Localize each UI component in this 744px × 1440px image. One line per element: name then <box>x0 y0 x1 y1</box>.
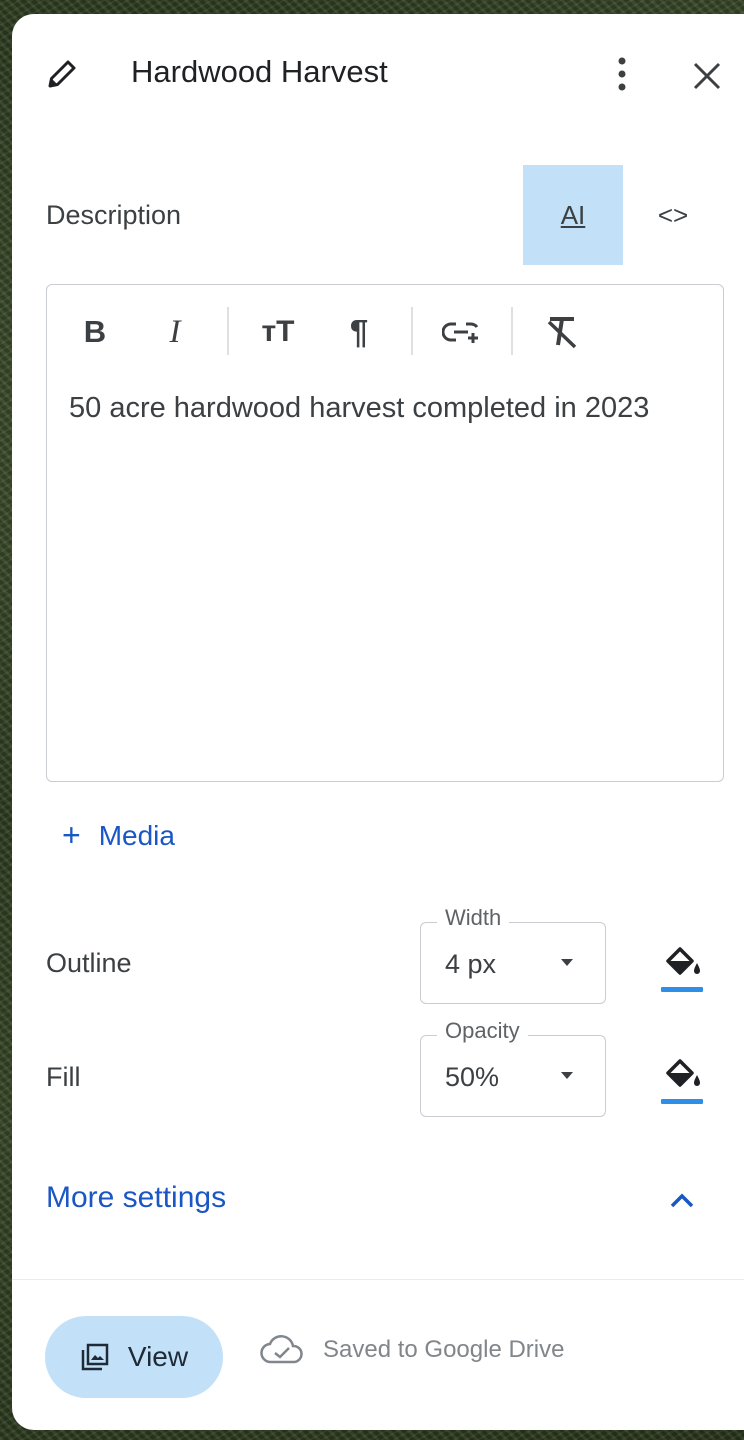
code-view-button[interactable]: <> <box>632 165 714 265</box>
dropdown-arrow-icon <box>561 1072 573 1079</box>
feature-title[interactable]: Hardwood Harvest <box>131 54 388 90</box>
save-status-text: Saved to Google Drive <box>323 1336 565 1363</box>
text-size-icon[interactable]: тT <box>253 307 303 357</box>
chevron-up-icon[interactable] <box>660 1178 704 1222</box>
gallery-icon <box>81 1343 109 1371</box>
opacity-field-label: Opacity <box>437 1018 528 1044</box>
toolbar-divider <box>227 307 229 355</box>
close-icon[interactable] <box>685 54 729 98</box>
save-status: Saved to Google Drive <box>259 1334 564 1366</box>
cloud-done-icon <box>260 1335 303 1364</box>
ai-toggle-button[interactable]: AI <box>523 165 623 265</box>
description-editor[interactable]: B I тT ¶ 50 acre hardwood harvest comple… <box>46 284 724 782</box>
bold-icon[interactable]: B <box>75 307 115 357</box>
more-settings-toggle[interactable]: More settings <box>46 1181 226 1215</box>
description-text[interactable]: 50 acre hardwood harvest completed in 20… <box>69 387 699 429</box>
outline-label: Outline <box>46 948 132 978</box>
width-value: 4 px <box>445 949 497 979</box>
dropdown-arrow-icon <box>561 959 573 966</box>
toolbar-divider <box>511 307 513 355</box>
pencil-icon[interactable] <box>42 54 82 94</box>
toolbar-divider <box>411 307 413 355</box>
outline-color-button[interactable] <box>652 932 712 992</box>
plus-icon: + <box>62 817 81 853</box>
feature-panel: Hardwood Harvest Description AI <> B I т… <box>12 14 744 1430</box>
paint-bucket-icon <box>666 947 700 975</box>
paint-bucket-icon <box>666 1059 700 1087</box>
clear-format-icon[interactable] <box>537 307 587 357</box>
add-media-button[interactable]: + Media <box>62 817 175 854</box>
footer-divider <box>12 1279 744 1280</box>
fill-color-button[interactable] <box>652 1044 712 1104</box>
fill-color-swatch <box>661 1099 703 1104</box>
italic-icon[interactable]: I <box>155 307 195 357</box>
media-label: Media <box>98 819 175 851</box>
view-button[interactable]: View <box>45 1316 223 1398</box>
more-vert-icon[interactable] <box>602 52 642 96</box>
add-link-icon[interactable] <box>437 307 487 357</box>
paragraph-icon[interactable]: ¶ <box>339 307 379 357</box>
fill-opacity-select[interactable]: Opacity 50% <box>420 1018 606 1117</box>
opacity-value: 50% <box>445 1062 500 1092</box>
fill-label: Fill <box>46 1062 81 1092</box>
width-field-label: Width <box>437 905 510 931</box>
view-label: View <box>127 1341 189 1372</box>
outline-width-select[interactable]: Width 4 px <box>420 905 606 1004</box>
description-label: Description <box>46 200 182 230</box>
outline-color-swatch <box>661 987 703 992</box>
